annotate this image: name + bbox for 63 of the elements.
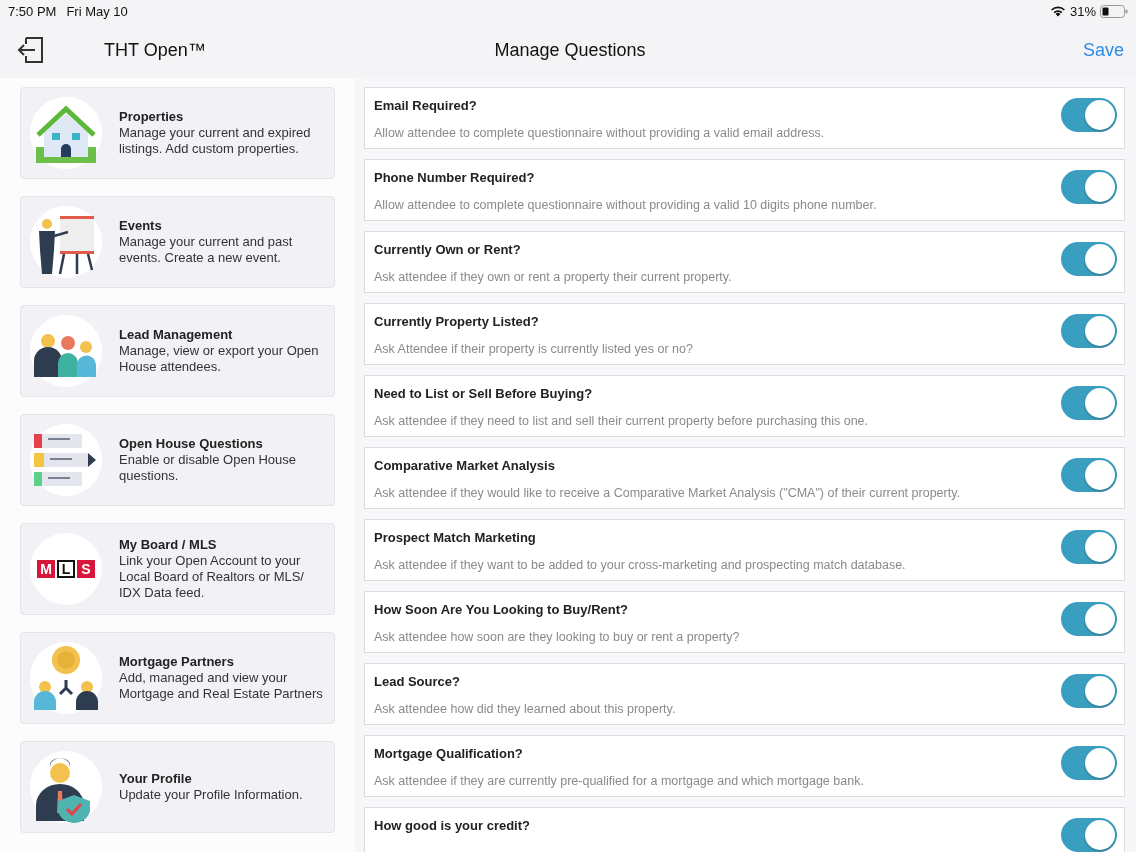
- status-date: Fri May 10: [66, 3, 128, 19]
- question-title: Currently Property Listed?: [374, 314, 540, 330]
- card-title: My Board / MLS: [119, 537, 218, 553]
- app-title: THT Open™: [104, 39, 206, 61]
- menu-card[interactable]: Events Manage your current and past events. Create a new event.: [20, 196, 335, 288]
- card-description: Manage your current and past events. Create a new event.: [119, 234, 294, 266]
- question-description: Ask attendee if they want to be added to your cross-marketing and prospecting match database.: [374, 557, 906, 573]
- question-description: Allow attendee to complete questionnaire without providing a valid email address.: [374, 125, 825, 141]
- page-title: Manage Questions: [494, 39, 646, 61]
- card-description: Manage your current and expired listings. Add custom properties.: [119, 125, 312, 157]
- question-description: Ask attendee how soon are they looking to buy or rent a property?: [374, 629, 740, 645]
- question-title: Lead Source?: [374, 674, 461, 690]
- card-description: Enable or disable Open House questions.: [119, 452, 298, 484]
- question-description: Ask attendee if they are currently pre-qualified for a mortgage and which mortgage bank.: [374, 773, 864, 789]
- question-title: Need to List or Sell Before Buying?: [374, 386, 594, 402]
- menu-card[interactable]: Open House Questions Enable or disable Open House questions.: [20, 414, 335, 506]
- menu-card[interactable]: Your Profile Update your Profile Information.: [20, 741, 335, 833]
- question-title: Phone Number Required?: [374, 170, 536, 186]
- logout-button[interactable]: [16, 36, 46, 64]
- card-description: Manage, view or export your Open House attendees.: [119, 343, 320, 375]
- menu-card[interactable]: M L S My Board / MLS Link your Open Account to your Local Board of Realtors or MLS/ IDX Data feed.: [20, 523, 335, 615]
- toggle-switch[interactable]: [1061, 458, 1117, 492]
- question-description: Ask attendee if they would like to receive a Comparative Market Analysis ("CMA") of their current property.: [374, 485, 960, 501]
- toggle-switch[interactable]: [1061, 602, 1117, 636]
- battery-icon: [1100, 4, 1128, 18]
- toggle-switch[interactable]: [1061, 242, 1117, 276]
- question-title: Currently Own or Rent?: [374, 242, 522, 258]
- card-title: Open House Questions: [119, 436, 264, 452]
- question-title: How Soon Are You Looking to Buy/Rent?: [374, 602, 629, 618]
- logout-icon: [16, 36, 46, 64]
- question-description: Ask attendee if they own or rent a property their current property.: [374, 269, 732, 285]
- toggle-switch[interactable]: [1061, 386, 1117, 420]
- card-title: Mortgage Partners: [119, 654, 235, 670]
- question-description: Ask attendee how did they learned about this property.: [374, 701, 676, 717]
- toggle-switch[interactable]: [1061, 170, 1117, 204]
- question-title: Prospect Match Marketing: [374, 530, 537, 546]
- toggle-switch[interactable]: [1061, 98, 1117, 132]
- menu-card[interactable]: Lead Management Manage, view or export your Open House attendees.: [20, 305, 335, 397]
- battery-percent: 31%: [1069, 3, 1096, 19]
- toggle-switch[interactable]: [1061, 746, 1117, 780]
- status-time: 7:50 PM: [8, 3, 57, 19]
- menu-card[interactable]: Mortgage Partners Add, managed and view your Mortgage and Real Estate Partners: [20, 632, 335, 724]
- toggle-switch[interactable]: [1061, 530, 1117, 564]
- toggle-switch[interactable]: [1061, 314, 1117, 348]
- question-title: Email Required?: [374, 98, 478, 114]
- question-title: How good is your credit?: [374, 818, 530, 834]
- wifi-icon: [1049, 5, 1066, 17]
- card-description: Update your Profile Information.: [119, 787, 304, 803]
- card-description: Link your Open Account to your Local Board of Realtors or MLS/ IDX Data feed.: [119, 553, 305, 601]
- card-title: Lead Management: [119, 327, 234, 343]
- question-description: Ask attendee if they need to list and sell their current property before purchasing this one.: [374, 413, 869, 429]
- toggle-switch[interactable]: [1061, 674, 1117, 708]
- question-description: Ask Attendee if their property is currently listed yes or no?: [374, 341, 693, 357]
- card-description: Add, managed and view your Mortgage and Real Estate Partners: [119, 670, 324, 702]
- card-title: Events: [119, 218, 163, 234]
- question-description: Allow attendee to complete questionnaire without providing a valid 10 digits phone number.: [374, 197, 877, 213]
- question-title: Mortgage Qualification?: [374, 746, 524, 762]
- mls-logo: M L S: [37, 560, 95, 578]
- question-title: Comparative Market Analysis: [374, 458, 556, 474]
- card-title: Properties: [119, 109, 185, 125]
- card-title: Your Profile: [119, 771, 193, 787]
- toggle-switch[interactable]: [1061, 818, 1117, 852]
- menu-card[interactable]: Properties Manage your current and expired listings. Add custom properties.: [20, 87, 335, 179]
